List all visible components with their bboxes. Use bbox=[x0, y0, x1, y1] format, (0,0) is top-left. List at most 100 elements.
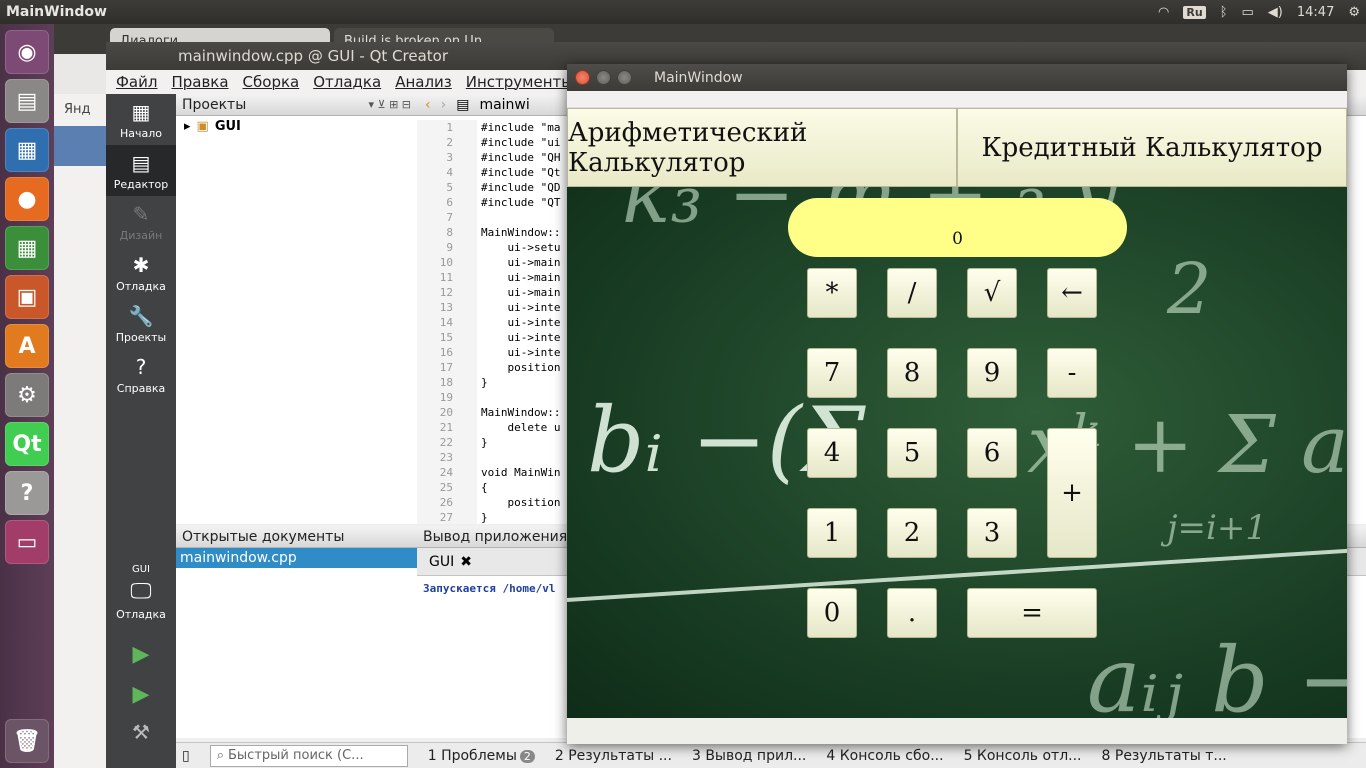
files-icon[interactable]: ▤ bbox=[5, 79, 49, 123]
status-tab-search-results[interactable]: 2 Результаты ... bbox=[555, 748, 672, 764]
open-documents-title[interactable]: Открытые документы bbox=[182, 529, 344, 545]
status-tab-issues[interactable]: 1 Проблемы 2 bbox=[428, 748, 535, 764]
key-equals[interactable]: = bbox=[967, 588, 1097, 638]
key-3[interactable]: 3 bbox=[967, 508, 1017, 558]
key-divide[interactable]: / bbox=[887, 268, 937, 318]
project-tree-item[interactable]: ▸ ▣ GUI bbox=[176, 116, 417, 137]
menu-analyze[interactable]: Анализ bbox=[395, 73, 452, 91]
code-line[interactable]: MainWindow:: bbox=[481, 225, 560, 240]
ubuntu-dash-icon[interactable]: ◉ bbox=[5, 30, 49, 74]
firefox-icon[interactable]: ● bbox=[5, 177, 49, 221]
code-line[interactable]: #include "QH bbox=[481, 150, 560, 165]
mode-debug[interactable]: ✱ Отладка bbox=[106, 247, 176, 298]
output-tab-gui[interactable]: GUI bbox=[429, 554, 454, 570]
mode-welcome[interactable]: ▦ Начало bbox=[106, 94, 176, 145]
key-sqrt[interactable]: √ bbox=[967, 268, 1017, 318]
run-button[interactable]: ▶ bbox=[106, 642, 176, 667]
locator-search-input[interactable]: ⌕ Быстрый поиск (С... bbox=[209, 744, 408, 767]
code-line[interactable] bbox=[481, 210, 560, 225]
code-line[interactable]: } bbox=[481, 435, 560, 450]
spreadsheet-icon[interactable]: ▦ bbox=[5, 226, 49, 270]
code-line[interactable]: #include "ui bbox=[481, 135, 560, 150]
status-tab-test-results[interactable]: 8 Результаты т... bbox=[1102, 748, 1227, 764]
code-line[interactable]: MainWindow:: bbox=[481, 405, 560, 420]
code-line[interactable]: { bbox=[481, 480, 560, 495]
key-multiply[interactable]: * bbox=[807, 268, 857, 318]
code-line[interactable] bbox=[481, 390, 560, 405]
key-1[interactable]: 1 bbox=[807, 508, 857, 558]
tab-credit-calculator[interactable]: Кредитный Калькулятор bbox=[957, 108, 1347, 187]
build-hammer-icon[interactable]: ⚒ bbox=[106, 720, 176, 744]
key-9[interactable]: 9 bbox=[967, 348, 1017, 398]
code-line[interactable]: ui->main bbox=[481, 285, 560, 300]
key-5[interactable]: 5 bbox=[887, 428, 937, 478]
mode-projects[interactable]: 🔧 Проекты bbox=[106, 298, 176, 349]
maximize-window-button[interactable] bbox=[617, 70, 632, 85]
toggle-sidebar-icon[interactable]: ▯ bbox=[182, 748, 190, 764]
code-line[interactable]: } bbox=[481, 375, 560, 390]
trash-icon[interactable]: 🗑 bbox=[5, 719, 49, 763]
code-line[interactable]: ui->inte bbox=[481, 300, 560, 315]
key-2[interactable]: 2 bbox=[887, 508, 937, 558]
code-line[interactable]: } bbox=[481, 510, 560, 524]
status-tab-debug-console[interactable]: 5 Консоль отл... bbox=[964, 748, 1082, 764]
qt-creator-icon[interactable]: Qt bbox=[5, 422, 49, 466]
key-plus[interactable]: + bbox=[1047, 428, 1097, 558]
code-line[interactable]: #include "QD bbox=[481, 180, 560, 195]
close-window-button[interactable] bbox=[575, 70, 590, 85]
open-document-item[interactable]: mainwindow.cpp bbox=[176, 548, 417, 568]
code-line[interactable] bbox=[481, 450, 560, 465]
menu-edit[interactable]: Правка bbox=[171, 73, 228, 91]
chevron-right-icon[interactable]: ▸ bbox=[184, 119, 191, 134]
key-0[interactable]: 0 bbox=[807, 588, 857, 638]
mode-design[interactable]: ✎ Дизайн bbox=[106, 196, 176, 247]
bluetooth-icon[interactable]: ᛒ bbox=[1220, 5, 1228, 20]
code-text[interactable]: #include "ma #include "ui #include "QH #inc… bbox=[481, 120, 560, 524]
editor-file-name[interactable]: mainwi bbox=[479, 97, 529, 113]
code-line[interactable]: void MainWin bbox=[481, 465, 560, 480]
minimize-window-button[interactable] bbox=[596, 70, 611, 85]
close-icon[interactable]: ✖ bbox=[460, 554, 472, 570]
menu-tools[interactable]: Инструменты bbox=[466, 73, 573, 91]
code-line[interactable]: ui->inte bbox=[481, 330, 560, 345]
clock[interactable]: 14:47 bbox=[1297, 5, 1334, 20]
debug-run-button[interactable]: ▶ bbox=[106, 682, 176, 707]
menu-file[interactable]: Файл bbox=[116, 73, 157, 91]
menu-build[interactable]: Сборка bbox=[243, 73, 300, 91]
software-center-icon[interactable]: A bbox=[5, 324, 49, 368]
code-line[interactable]: ui->main bbox=[481, 270, 560, 285]
key-minus[interactable]: - bbox=[1047, 348, 1097, 398]
projects-pane-title[interactable]: Проекты bbox=[182, 97, 246, 113]
drive-icon[interactable]: ▭ bbox=[5, 520, 49, 564]
key-backspace[interactable]: ← bbox=[1047, 268, 1097, 318]
kit-selector[interactable]: GUI 🖵 Отладка bbox=[106, 564, 176, 621]
code-line[interactable]: position bbox=[481, 495, 560, 510]
code-line[interactable]: #include "QT bbox=[481, 195, 560, 210]
key-6[interactable]: 6 bbox=[967, 428, 1017, 478]
status-tab-compile-output[interactable]: 4 Консоль сбо... bbox=[826, 748, 943, 764]
key-8[interactable]: 8 bbox=[887, 348, 937, 398]
code-line[interactable]: ui->setu bbox=[481, 240, 560, 255]
forward-arrow-icon[interactable]: › bbox=[441, 97, 447, 113]
help-icon[interactable]: ? bbox=[5, 471, 49, 515]
tab-arithmetic-calculator[interactable]: Арифметический Калькулятор bbox=[567, 108, 957, 187]
battery-icon[interactable]: ▭ bbox=[1242, 5, 1254, 20]
volume-icon[interactable]: ◀) bbox=[1268, 5, 1283, 20]
settings-icon[interactable]: ⚙ bbox=[5, 373, 49, 417]
key-decimal[interactable]: . bbox=[887, 588, 937, 638]
back-arrow-icon[interactable]: ‹ bbox=[425, 97, 431, 113]
bookmark-item[interactable]: Янд bbox=[64, 102, 91, 117]
wifi-icon[interactable]: ◠ bbox=[1158, 5, 1169, 20]
gear-icon[interactable]: ⚙ bbox=[1348, 5, 1360, 20]
code-line[interactable]: ui->inte bbox=[481, 315, 560, 330]
code-line[interactable]: ui->main bbox=[481, 255, 560, 270]
code-line[interactable]: #include "ma bbox=[481, 120, 560, 135]
status-tab-app-output[interactable]: 3 Вывод прил... bbox=[692, 748, 806, 764]
text-editor-icon[interactable]: ▦ bbox=[5, 128, 49, 172]
code-line[interactable]: delete u bbox=[481, 420, 560, 435]
filter-icon[interactable]: ▾ ⊻ ⊞ ⊟ bbox=[369, 98, 418, 111]
key-4[interactable]: 4 bbox=[807, 428, 857, 478]
code-line[interactable]: position bbox=[481, 360, 560, 375]
mode-editor[interactable]: ▤ Редактор bbox=[106, 145, 176, 196]
keyboard-layout-indicator[interactable]: Ru bbox=[1183, 5, 1206, 19]
